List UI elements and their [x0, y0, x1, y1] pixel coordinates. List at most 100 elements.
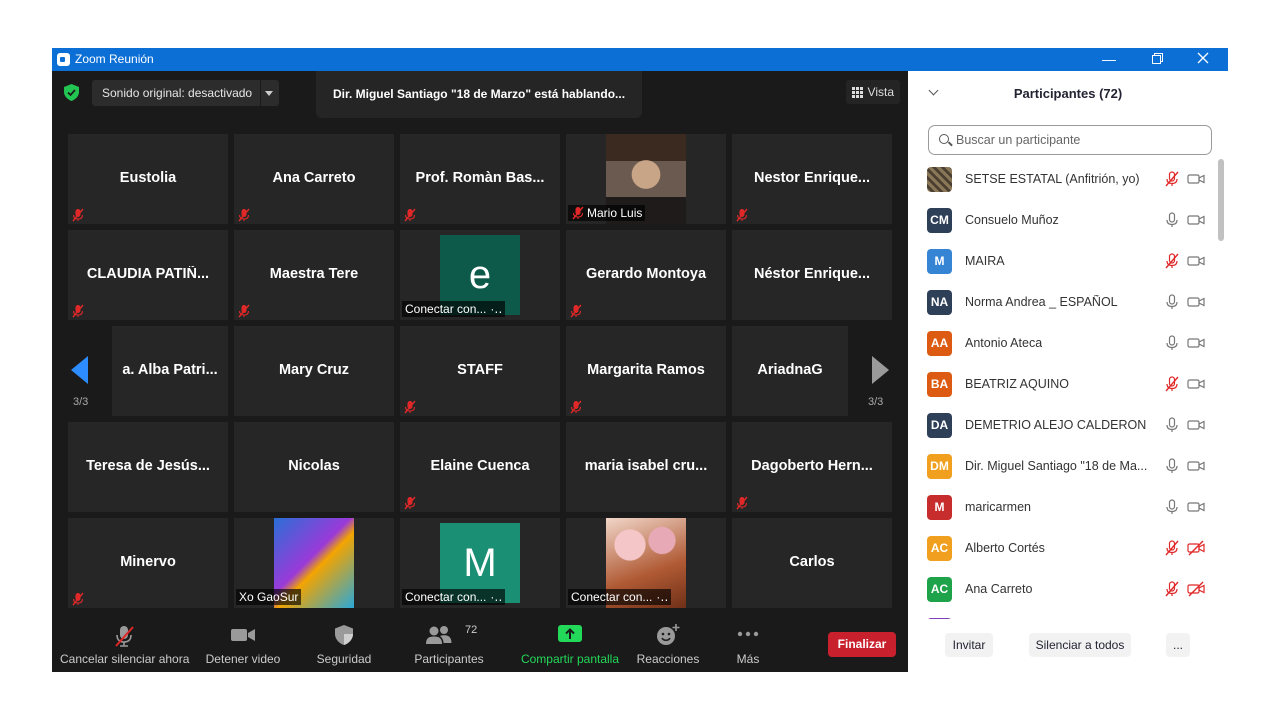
close-button[interactable]	[1180, 48, 1226, 71]
video-tile[interactable]: Xo GaoSur	[234, 518, 394, 608]
video-tile[interactable]: Elaine Cuenca	[400, 422, 560, 512]
restore-button[interactable]	[1134, 48, 1180, 71]
view-button[interactable]: Vista	[845, 80, 900, 104]
video-tile[interactable]: Ana Carreto	[234, 134, 394, 224]
muted-microphone-icon	[569, 400, 583, 414]
video-off-icon[interactable]	[1187, 171, 1205, 187]
participant-row[interactable]: BA BEATRIZ AQUINO	[908, 364, 1218, 405]
microphone-muted-icon[interactable]	[1164, 376, 1180, 392]
muted-microphone-icon	[403, 400, 417, 414]
panel-more-button[interactable]: ...	[1166, 633, 1190, 657]
participant-row[interactable]: AC Ana Carreto	[908, 569, 1218, 610]
security-shield-icon[interactable]	[64, 84, 79, 101]
microphone-muted-icon[interactable]	[1164, 540, 1180, 556]
invite-button[interactable]: Invitar	[945, 633, 993, 657]
video-tile[interactable]: Carlos	[732, 518, 892, 608]
microphone-muted-icon[interactable]	[1164, 171, 1180, 187]
video-off-icon[interactable]	[1187, 212, 1205, 228]
participant-avatar: DA	[927, 413, 952, 438]
participant-avatar	[927, 167, 952, 192]
mute-all-button[interactable]: Silenciar a todos	[1029, 633, 1131, 657]
video-off-icon[interactable]	[1187, 417, 1205, 433]
participant-row[interactable]: NA Norma Andrea _ ESPAÑOL	[908, 282, 1218, 323]
video-tile[interactable]: Mario Luis	[566, 134, 726, 224]
muted-microphone-icon	[71, 592, 85, 606]
mute-button[interactable]: Cancelar silenciar ahora	[60, 616, 189, 672]
video-camera-icon	[231, 629, 255, 641]
video-off-icon[interactable]	[1187, 294, 1205, 310]
participant-avatar: M	[927, 495, 952, 520]
video-tile[interactable]: Prof. Romàn Bas...	[400, 134, 560, 224]
scrollbar-thumb[interactable]	[1218, 159, 1224, 241]
participant-row[interactable]: Mmaricarmen	[908, 487, 1218, 528]
video-tile[interactable]: Maestra Tere	[234, 230, 394, 320]
microphone-icon[interactable]	[1164, 458, 1180, 474]
participant-row[interactable]	[908, 610, 1218, 619]
participant-row[interactable]: DA DEMETRIO ALEJO CALDERON	[908, 405, 1218, 446]
participant-name: MAIRA	[965, 254, 1005, 268]
participant-list-scrollbar[interactable]	[1218, 159, 1224, 619]
participant-name: maricarmen	[965, 500, 1031, 514]
next-page-button[interactable]: 3/3	[848, 326, 908, 416]
share-screen-button[interactable]: Compartir pantalla	[520, 616, 620, 672]
video-blocked-icon[interactable]	[1187, 540, 1205, 556]
microphone-muted-icon[interactable]	[1164, 581, 1180, 597]
participant-row[interactable]: SETSE ESTATAL (Anfitrión, yo)	[908, 159, 1218, 200]
participant-row[interactable]: M MAIRA	[908, 241, 1218, 282]
video-tile[interactable]: Nestor Enrique...	[732, 134, 892, 224]
video-tile[interactable]: Nicolas	[234, 422, 394, 512]
video-blocked-icon[interactable]	[1187, 581, 1205, 597]
video-tile[interactable]: Conectar con... ·‥	[566, 518, 726, 608]
video-tile[interactable]: Minervo	[68, 518, 228, 608]
participant-search-input[interactable]: Buscar un participante	[928, 125, 1212, 155]
video-off-icon[interactable]	[1187, 376, 1205, 392]
muted-microphone-icon	[237, 208, 251, 222]
video-tile[interactable]: Mary Cruz	[234, 326, 394, 416]
emoji-add-icon	[657, 624, 680, 645]
video-tile[interactable]: CLAUDIA PATIÑ...	[68, 230, 228, 320]
video-tile[interactable]: M Conectar con... ·‥	[400, 518, 560, 608]
participant-row[interactable]: AC Alberto Cortés	[908, 528, 1218, 569]
video-tile[interactable]: a. Alba Patri...	[112, 326, 228, 416]
video-tile[interactable]: Néstor Enrique...	[732, 230, 892, 320]
microphone-icon[interactable]	[1164, 294, 1180, 310]
security-icon	[335, 625, 353, 645]
video-off-icon[interactable]	[1187, 335, 1205, 351]
video-tile[interactable]: Gerardo Montoya	[566, 230, 726, 320]
microphone-icon[interactable]	[1164, 212, 1180, 228]
previous-page-button[interactable]: 3/3	[52, 326, 112, 416]
participant-name: Dir. Miguel Santiago "18 de Ma...	[965, 459, 1148, 473]
video-off-icon[interactable]	[1187, 499, 1205, 515]
tile-name-label: Conectar con... ·‥	[568, 589, 672, 605]
microphone-muted-icon[interactable]	[1164, 253, 1180, 269]
caret-down-icon[interactable]	[265, 91, 273, 96]
video-tile[interactable]: STAFF	[400, 326, 560, 416]
microphone-icon[interactable]	[1164, 499, 1180, 515]
video-tile[interactable]: Eustolia	[68, 134, 228, 224]
end-meeting-button[interactable]: Finalizar	[828, 632, 896, 657]
participant-row[interactable]: DM Dir. Miguel Santiago "18 de Ma...	[908, 446, 1218, 487]
minimize-button[interactable]: —	[1086, 48, 1132, 71]
reactions-button[interactable]: Reacciones	[630, 616, 706, 672]
video-off-icon[interactable]	[1187, 458, 1205, 474]
original-sound-button[interactable]: Sonido original: desactivado	[92, 80, 279, 106]
participant-row[interactable]: AA Antonio Ateca	[908, 323, 1218, 364]
participant-row[interactable]: CM Consuelo Muñoz	[908, 200, 1218, 241]
video-off-icon[interactable]	[1187, 253, 1205, 269]
video-tile[interactable]: Dagoberto Hern...	[732, 422, 892, 512]
security-button[interactable]: Seguridad	[304, 616, 384, 672]
stop-video-button[interactable]: Detener video	[202, 616, 284, 672]
participant-avatar: CM	[927, 208, 952, 233]
video-tile[interactable]: e Conectar con... ·‥	[400, 230, 560, 320]
more-button[interactable]: Más	[720, 616, 776, 672]
participants-button[interactable]: 72 Participantes	[407, 616, 491, 672]
video-tile[interactable]: Margarita Ramos	[566, 326, 726, 416]
microphone-icon[interactable]	[1164, 335, 1180, 351]
microphone-icon[interactable]	[1164, 417, 1180, 433]
reactions-label: Reacciones	[636, 652, 700, 666]
video-tile[interactable]: maria isabel cru...	[566, 422, 726, 512]
participant-name: Gerardo Montoya	[585, 266, 707, 282]
video-tile[interactable]: Teresa de Jesús...	[68, 422, 228, 512]
tile-name-label: Conectar con... ·‥	[402, 589, 506, 605]
video-tile[interactable]: AriadnaG	[732, 326, 848, 416]
